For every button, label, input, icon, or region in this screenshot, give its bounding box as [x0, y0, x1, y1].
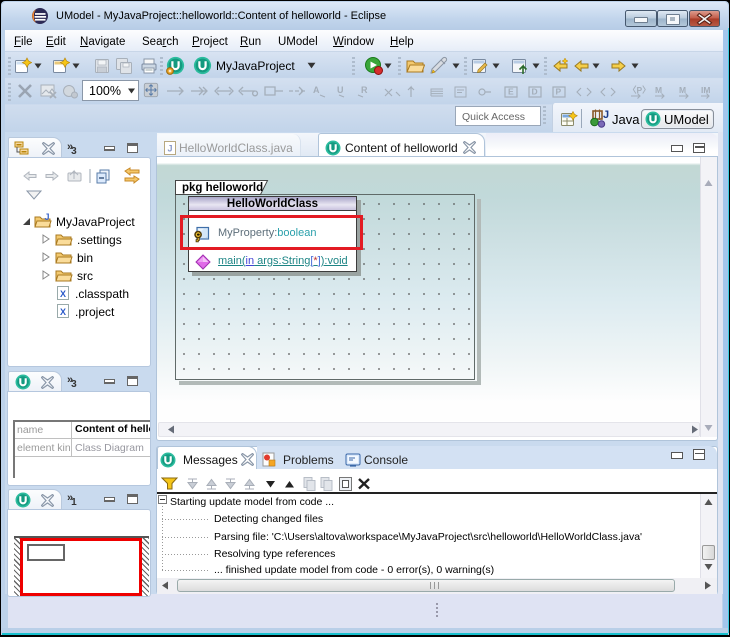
- svg-text:J: J: [45, 213, 50, 222]
- svg-text:〈P〉: 〈P〉: [628, 85, 651, 95]
- svg-text:U: U: [337, 85, 344, 95]
- svg-text:X: X: [60, 289, 66, 299]
- svg-text:P: P: [556, 87, 562, 97]
- svg-text:M: M: [679, 85, 686, 95]
- svg-text:IM: IM: [701, 85, 710, 95]
- svg-text:R: R: [361, 85, 368, 95]
- svg-text:J: J: [603, 109, 609, 121]
- svg-text:M: M: [655, 85, 662, 95]
- svg-text:E: E: [508, 87, 514, 97]
- svg-text:D: D: [532, 87, 538, 97]
- svg-text:X: X: [60, 307, 66, 317]
- svg-text:A: A: [313, 85, 320, 95]
- svg-text:J: J: [167, 144, 172, 154]
